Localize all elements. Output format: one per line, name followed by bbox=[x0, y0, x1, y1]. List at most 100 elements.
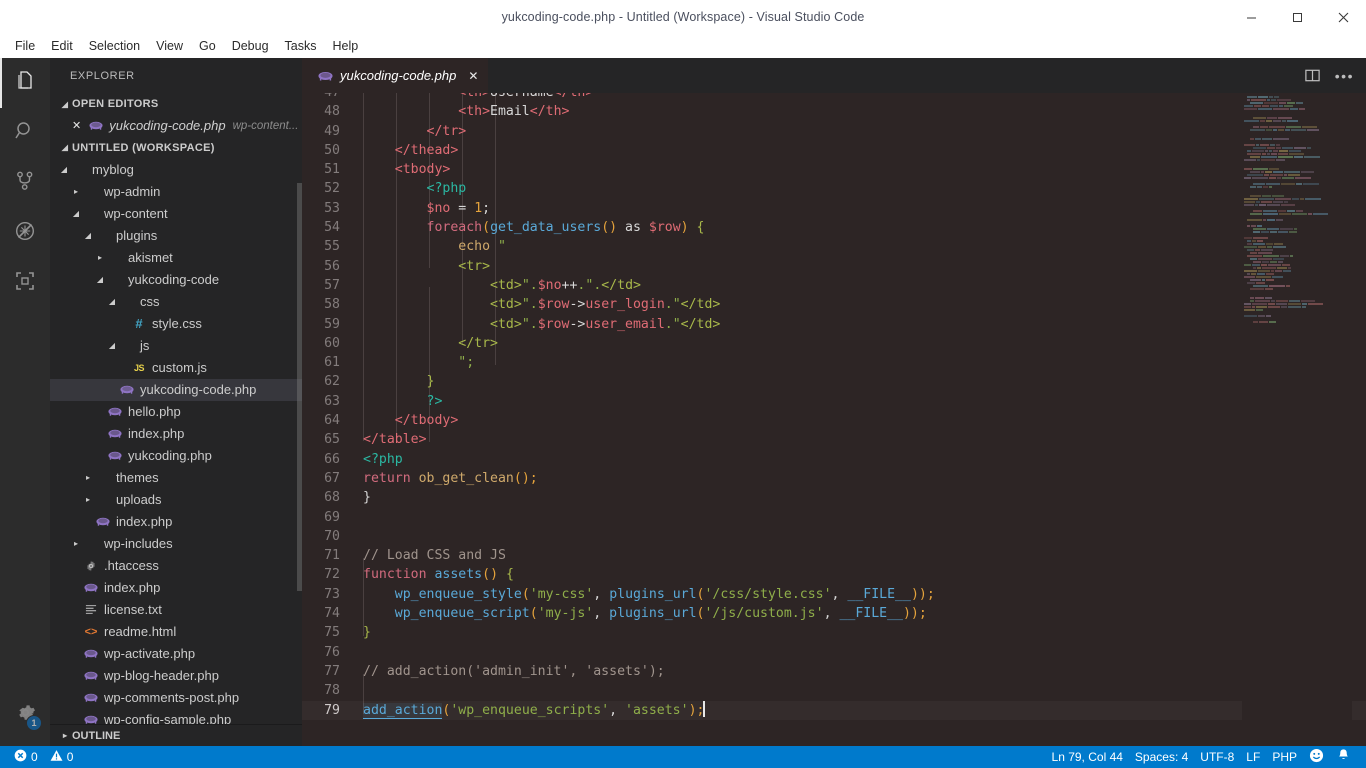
tree-item-themes[interactable]: themes bbox=[50, 467, 302, 489]
open-editor-item[interactable]: ✕ yukcoding-code.php wp-content... bbox=[50, 115, 302, 137]
code-line[interactable]: 54 foreach(get_data_users() as $row) { bbox=[302, 218, 1366, 237]
tree-item-myblog[interactable]: myblog bbox=[50, 159, 302, 181]
code-line[interactable]: 55 echo " bbox=[302, 237, 1366, 256]
code-line[interactable]: 66 <?php bbox=[302, 450, 1366, 469]
tree-item-uploads[interactable]: uploads bbox=[50, 489, 302, 511]
code-line[interactable]: 74 wp_enqueue_script('my-js', plugins_ur… bbox=[302, 604, 1366, 623]
tree-item-wp-activate-php[interactable]: wp-activate.php bbox=[50, 643, 302, 665]
section-open-editors[interactable]: ◢ OPEN EDITORS bbox=[50, 93, 302, 115]
activity-item-search[interactable] bbox=[0, 108, 50, 158]
section-workspace[interactable]: ◢ UNTITLED (WORKSPACE) bbox=[50, 137, 302, 159]
chevron-down-icon[interactable] bbox=[94, 275, 106, 284]
tree-item-wp-comments-post-php[interactable]: wp-comments-post.php bbox=[50, 687, 302, 709]
chevron-down-icon[interactable] bbox=[106, 341, 118, 350]
tree-item-js[interactable]: js bbox=[50, 335, 302, 357]
tab-yukcoding-code-php[interactable]: yukcoding-code.php ✕ bbox=[302, 58, 490, 93]
code-line[interactable]: 76 bbox=[302, 643, 1366, 662]
tree-item-index-php[interactable]: index.php bbox=[50, 423, 302, 445]
chevron-down-icon[interactable] bbox=[58, 165, 70, 174]
code-line[interactable]: 71 // Load CSS and JS bbox=[302, 546, 1366, 565]
menu-edit[interactable]: Edit bbox=[43, 37, 81, 55]
code-line[interactable]: 65 </table> bbox=[302, 430, 1366, 449]
close-icon[interactable]: ✕ bbox=[72, 119, 81, 132]
code-line[interactable]: 69 bbox=[302, 508, 1366, 527]
activity-item-manage[interactable]: 1 bbox=[0, 690, 50, 740]
tree-item-index-php[interactable]: index.php bbox=[50, 577, 302, 599]
code-line[interactable]: 62 } bbox=[302, 372, 1366, 391]
menu-help[interactable]: Help bbox=[325, 37, 367, 55]
code-line[interactable]: 57 <td>".$no++.".</td> bbox=[302, 276, 1366, 295]
minimap[interactable] bbox=[1242, 93, 1352, 746]
chevron-right-icon[interactable] bbox=[82, 473, 94, 482]
tree-item-hello-php[interactable]: hello.php bbox=[50, 401, 302, 423]
code-line[interactable]: 68} bbox=[302, 488, 1366, 507]
menu-debug[interactable]: Debug bbox=[224, 37, 277, 55]
code-line[interactable]: 77 // add_action('admin_init', 'assets'); bbox=[302, 662, 1366, 681]
code-line[interactable]: 56 <tr> bbox=[302, 257, 1366, 276]
tree-item-style-css[interactable]: # style.css bbox=[50, 313, 302, 335]
tree-item-wp-blog-header-php[interactable]: wp-blog-header.php bbox=[50, 665, 302, 687]
tree-item-wp-admin[interactable]: wp-admin bbox=[50, 181, 302, 203]
tree-item-akismet[interactable]: akismet bbox=[50, 247, 302, 269]
chevron-down-icon[interactable] bbox=[82, 231, 94, 240]
chevron-right-icon[interactable] bbox=[70, 539, 82, 548]
tree-item-plugins[interactable]: plugins bbox=[50, 225, 302, 247]
code-line[interactable]: 63 ?> bbox=[302, 392, 1366, 411]
status-eol[interactable]: LF bbox=[1240, 746, 1266, 768]
chevron-right-icon[interactable] bbox=[94, 253, 106, 262]
tree-item-wp-includes[interactable]: wp-includes bbox=[50, 533, 302, 555]
code-line[interactable]: 47 <th>Username</th> bbox=[302, 93, 1366, 102]
file-tree[interactable]: myblog wp-admin wp-content plugins akismet yu… bbox=[50, 159, 302, 724]
activity-item-explorer[interactable] bbox=[0, 58, 50, 108]
code-line[interactable]: 48 <th>Email</th> bbox=[302, 102, 1366, 121]
tree-item-wp-config-sample-php[interactable]: wp-config-sample.php bbox=[50, 709, 302, 724]
code-line[interactable]: 60 </tr> bbox=[302, 334, 1366, 353]
code-line[interactable]: 64 </tbody> bbox=[302, 411, 1366, 430]
menu-tasks[interactable]: Tasks bbox=[277, 37, 325, 55]
code-line[interactable]: 50 </thead> bbox=[302, 141, 1366, 160]
close-button[interactable] bbox=[1320, 0, 1366, 34]
menu-go[interactable]: Go bbox=[191, 37, 224, 55]
chevron-right-icon[interactable] bbox=[82, 495, 94, 504]
code-line[interactable]: 49 </tr> bbox=[302, 122, 1366, 141]
tree-item-yukcoding-code[interactable]: yukcoding-code bbox=[50, 269, 302, 291]
tree-item-wp-content[interactable]: wp-content bbox=[50, 203, 302, 225]
code-line[interactable]: 52 <?php bbox=[302, 179, 1366, 198]
tree-item-license-txt[interactable]: license.txt bbox=[50, 599, 302, 621]
chevron-right-icon[interactable] bbox=[70, 187, 82, 196]
status-problems[interactable]: 0 0 bbox=[8, 746, 79, 768]
code-line[interactable]: 75} bbox=[302, 623, 1366, 642]
code-line[interactable]: 59 <td>".$row->user_email."</td> bbox=[302, 315, 1366, 334]
tree-item-yukcoding-code-php[interactable]: yukcoding-code.php bbox=[50, 378, 302, 401]
status-indentation[interactable]: Spaces: 4 bbox=[1129, 746, 1194, 768]
maximize-button[interactable] bbox=[1274, 0, 1320, 34]
tree-item-css[interactable]: css bbox=[50, 291, 302, 313]
menu-file[interactable]: File bbox=[7, 37, 43, 55]
code-line[interactable]: 73 wp_enqueue_style('my-css', plugins_ur… bbox=[302, 585, 1366, 604]
section-outline[interactable]: ▸ OUTLINE bbox=[50, 724, 302, 746]
tree-item--htaccess[interactable]: .htaccess bbox=[50, 555, 302, 577]
status-feedback[interactable] bbox=[1303, 746, 1330, 768]
tree-item-yukcoding-php[interactable]: yukcoding.php bbox=[50, 445, 302, 467]
tree-item-custom-js[interactable]: JS custom.js bbox=[50, 357, 302, 379]
status-encoding[interactable]: UTF-8 bbox=[1194, 746, 1240, 768]
chevron-down-icon[interactable] bbox=[70, 209, 82, 218]
chevron-down-icon[interactable] bbox=[106, 297, 118, 306]
menu-selection[interactable]: Selection bbox=[81, 37, 148, 55]
code-line[interactable]: 58 <td>".$row->user_login."</td> bbox=[302, 295, 1366, 314]
code-line[interactable]: 53 $no = 1; bbox=[302, 199, 1366, 218]
minimize-button[interactable] bbox=[1228, 0, 1274, 34]
code-line[interactable]: 61 "; bbox=[302, 353, 1366, 372]
activity-item-source-control[interactable] bbox=[0, 158, 50, 208]
tree-item-readme-html[interactable]: <> readme.html bbox=[50, 621, 302, 643]
code-line[interactable]: 51 <tbody> bbox=[302, 160, 1366, 179]
more-actions-icon[interactable]: ••• bbox=[1335, 69, 1354, 83]
tab-close-icon[interactable]: ✕ bbox=[468, 69, 478, 83]
code-line[interactable]: 67 return ob_get_clean(); bbox=[302, 469, 1366, 488]
tree-item-index-php[interactable]: index.php bbox=[50, 511, 302, 533]
code-line[interactable]: 79 add_action('wp_enqueue_scripts', 'asse… bbox=[302, 700, 1366, 720]
activity-item-extensions[interactable] bbox=[0, 258, 50, 308]
status-notifications[interactable] bbox=[1330, 746, 1357, 768]
code-line[interactable]: 72 function assets() { bbox=[302, 565, 1366, 584]
code-editor[interactable]: 47 <th>Username</th>48 <th>Email</th>49 … bbox=[302, 93, 1366, 746]
